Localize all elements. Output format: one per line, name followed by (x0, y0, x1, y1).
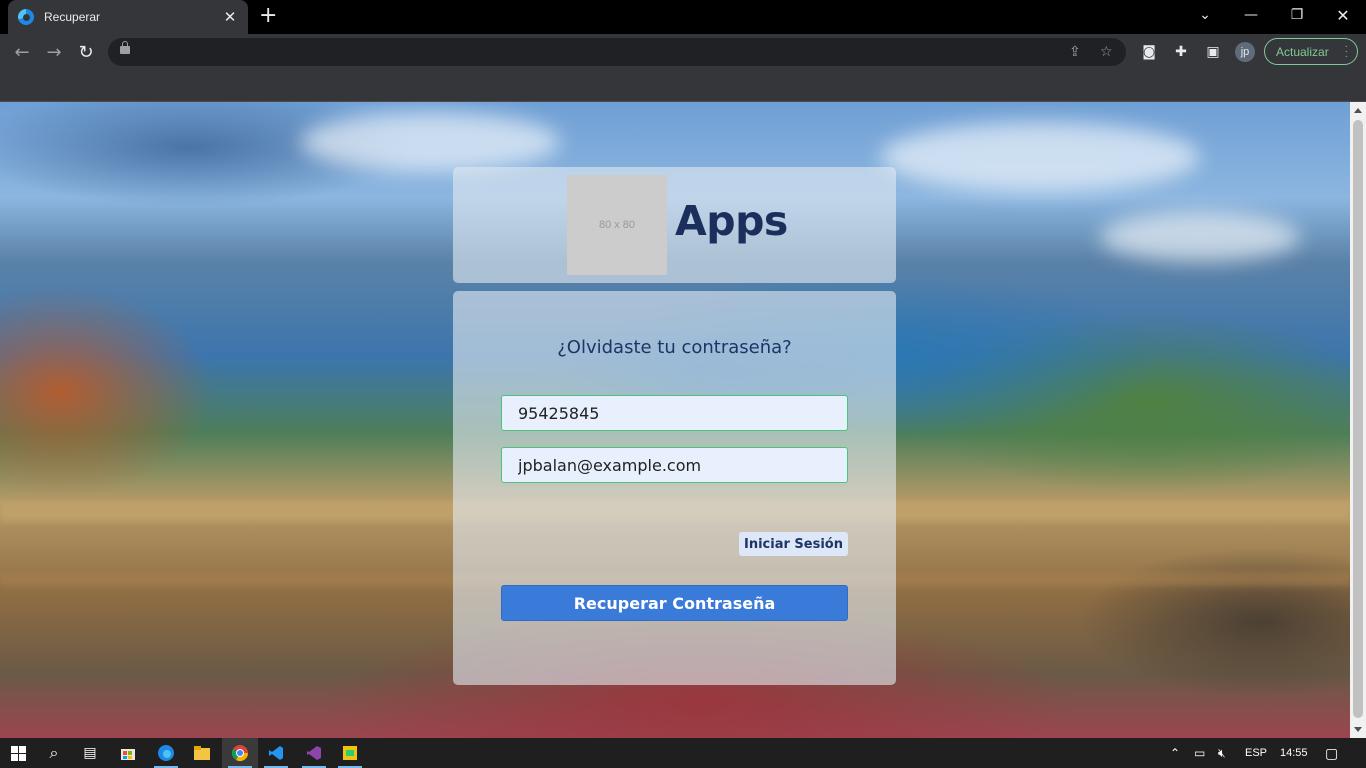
vscode-icon[interactable] (258, 738, 294, 768)
edge-icon[interactable] (148, 738, 184, 768)
login-link[interactable]: Iniciar Sesión (739, 532, 848, 556)
reload-button[interactable]: ↻ (74, 40, 98, 64)
scroll-up-icon[interactable] (1354, 108, 1362, 113)
language-indicator[interactable]: ESP (1245, 738, 1267, 768)
profile-avatar[interactable]: jp (1235, 42, 1255, 62)
visual-studio-icon[interactable] (296, 738, 332, 768)
search-icon[interactable]: ⌕ (36, 738, 72, 768)
background-cloud (300, 112, 560, 172)
tab-search-icon[interactable]: ⌄ (1182, 0, 1228, 30)
dev-tool-icon[interactable] (332, 738, 368, 768)
email-input[interactable] (501, 447, 848, 483)
camera-icon[interactable]: ◙ (1139, 42, 1159, 62)
recover-password-button[interactable]: Recuperar Contraseña (501, 585, 848, 621)
task-view-icon[interactable]: ▤ (72, 738, 108, 768)
close-tab-icon[interactable]: ✕ (222, 8, 238, 26)
tray-chevron-icon[interactable]: ⌃ (1170, 738, 1180, 768)
page-background: 80 x 80 Apps ¿Olvidaste tu contraseña? I… (0, 102, 1350, 738)
file-explorer-icon[interactable] (184, 738, 220, 768)
phone-input[interactable] (501, 395, 848, 431)
tab-title: Recuperar (44, 10, 101, 24)
address-bar[interactable]: ⇪ ☆ (108, 38, 1126, 66)
windows-taskbar: ⌕ ▤ ⌃ ▭ 🔇︎ ESP 14:55 ▢ (0, 738, 1366, 768)
extensions-icon[interactable]: ✚ (1171, 42, 1191, 62)
browser-tab[interactable]: Recuperar ✕ (8, 0, 248, 34)
close-window-button[interactable]: ✕ (1320, 0, 1366, 30)
logo-card: 80 x 80 Apps (453, 167, 896, 283)
page-scrollbar[interactable] (1350, 102, 1366, 738)
background-cloud (1100, 212, 1300, 262)
minimize-button[interactable]: — (1228, 0, 1274, 30)
background-cloud (880, 122, 1200, 192)
edge-favicon-icon (18, 9, 34, 25)
logo-placeholder-image: 80 x 80 (567, 175, 667, 275)
update-label: Actualizar (1276, 44, 1329, 59)
scroll-down-icon[interactable] (1354, 727, 1362, 732)
form-title: ¿Olvidaste tu contraseña? (557, 337, 792, 358)
browser-toolbar: ← → ↻ ⇪ ☆ ◙ ✚ ▣ jp Actualizar · · · (0, 34, 1366, 70)
back-button[interactable]: ← (10, 40, 34, 64)
start-button[interactable] (0, 738, 36, 768)
bookmark-star-icon[interactable]: ☆ (1100, 44, 1113, 60)
scroll-thumb[interactable] (1353, 120, 1363, 718)
update-button[interactable]: Actualizar · · · (1264, 38, 1358, 65)
side-panel-icon[interactable]: ▣ (1203, 42, 1223, 62)
network-icon[interactable]: ▭ (1194, 738, 1205, 768)
notifications-icon[interactable]: ▢ (1325, 738, 1338, 768)
restore-button[interactable]: ❐ (1274, 0, 1320, 30)
lock-icon (120, 41, 130, 54)
new-tab-button[interactable]: + (259, 5, 277, 27)
clock[interactable]: 14:55 (1280, 738, 1308, 768)
more-menu-icon: · · · (1344, 41, 1348, 62)
bookmark-bar (0, 70, 1366, 102)
store-icon[interactable] (110, 738, 146, 768)
share-icon[interactable]: ⇪ (1069, 44, 1081, 60)
forward-button[interactable]: → (42, 40, 66, 64)
recover-form-card: ¿Olvidaste tu contraseña? Iniciar Sesión… (453, 291, 896, 685)
browser-titlebar: Recuperar ✕ + ⌄ — ❐ ✕ (0, 0, 1366, 34)
volume-muted-icon[interactable]: 🔇︎ (1218, 738, 1226, 768)
chrome-icon[interactable] (222, 738, 258, 768)
windows-logo-icon (10, 745, 26, 761)
brand-title: Apps (675, 197, 788, 245)
